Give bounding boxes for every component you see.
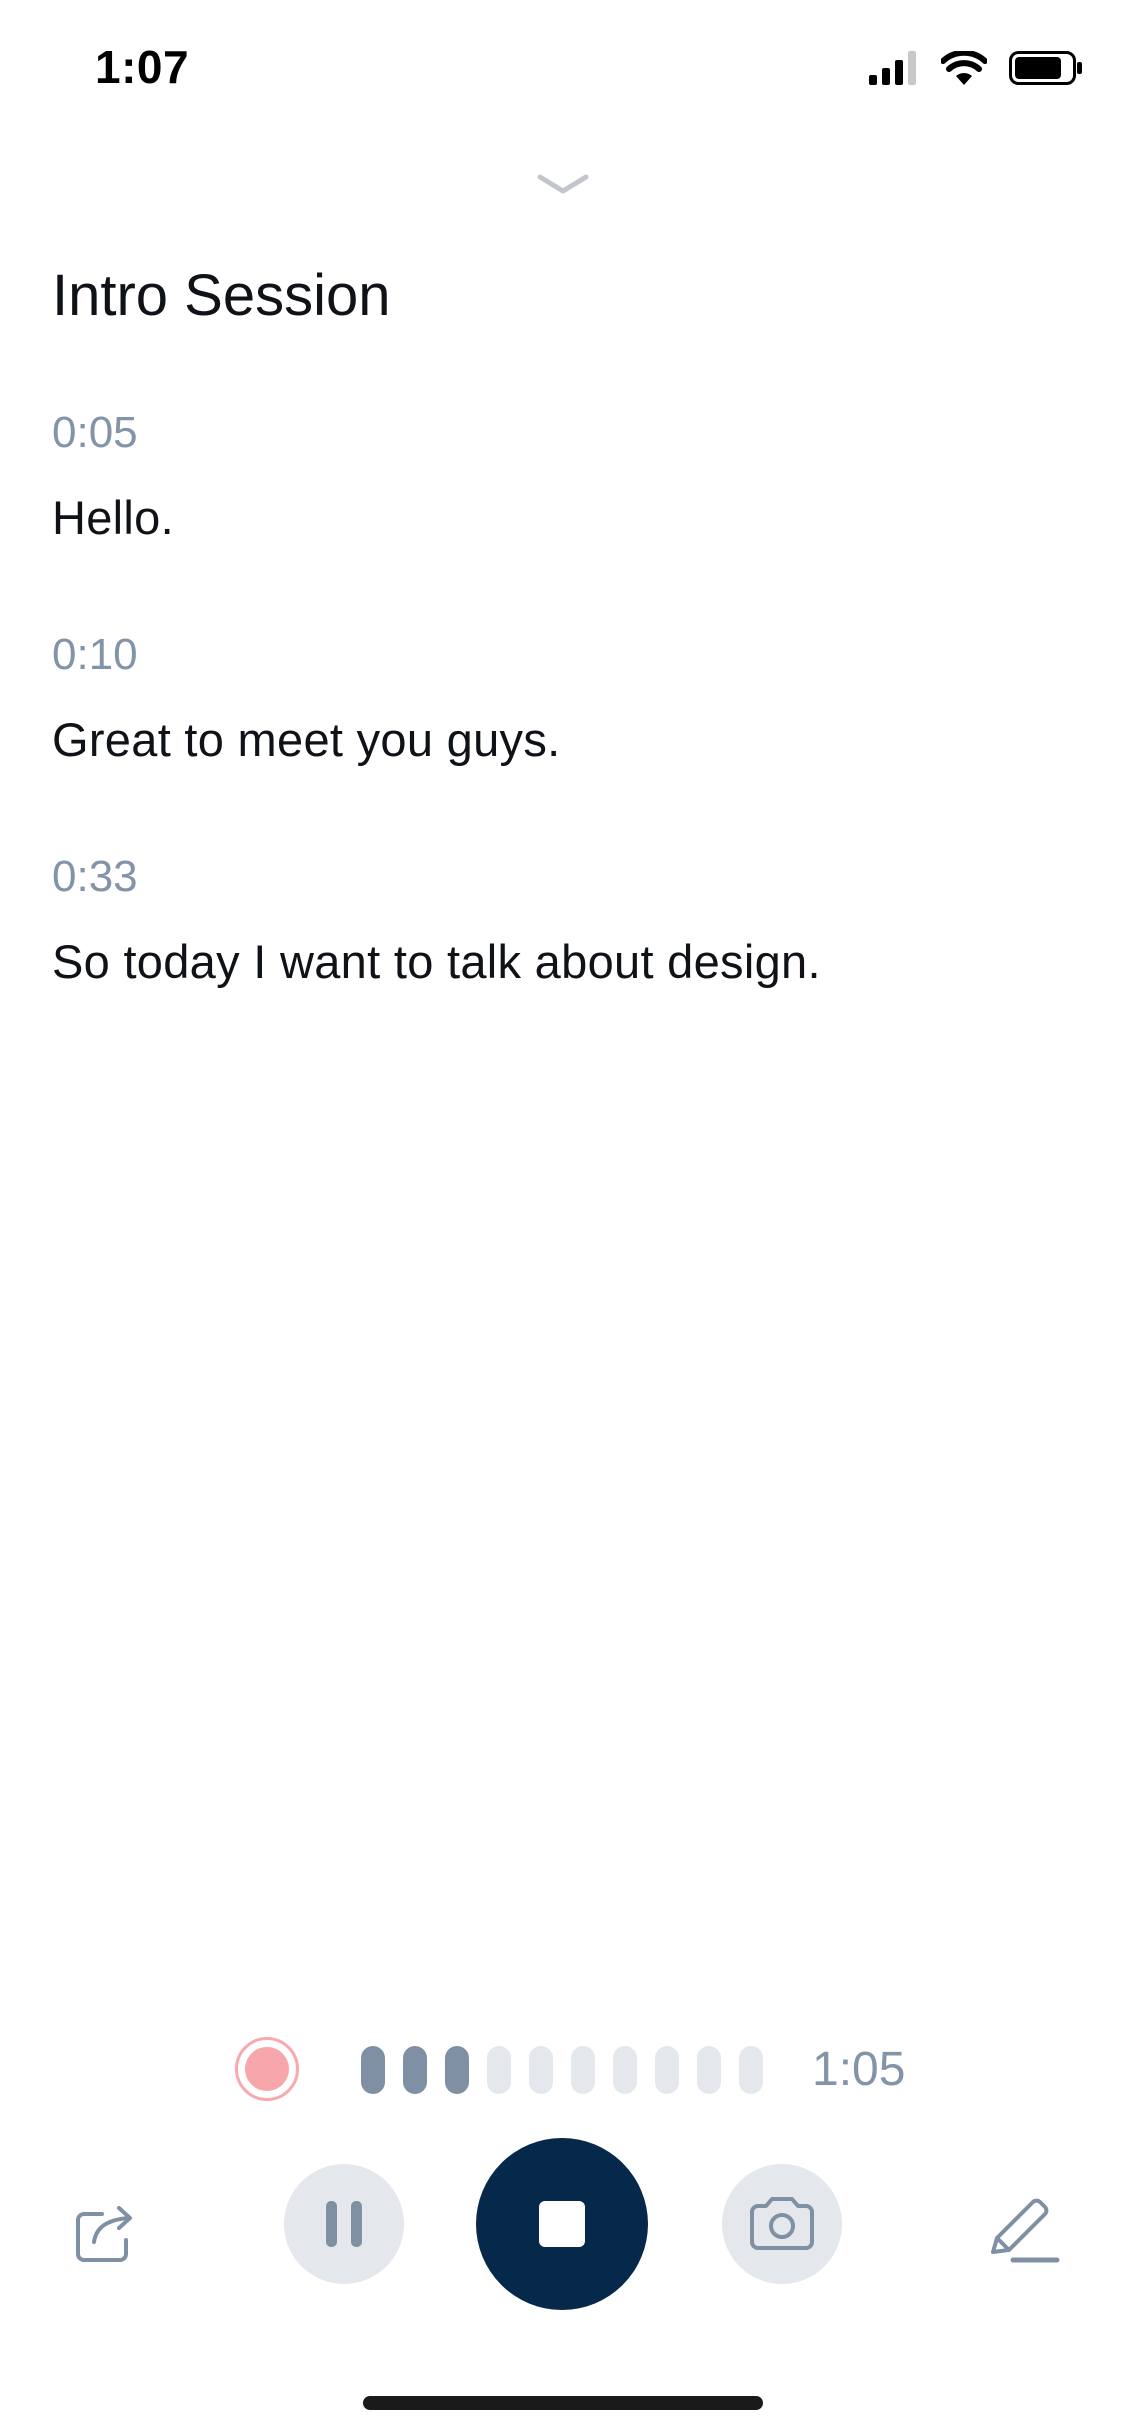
transcript-entry[interactable]: 0:05 Hello.	[52, 408, 1072, 630]
camera-icon	[750, 2197, 814, 2250]
recording-strip: 1:05	[0, 2036, 1125, 2102]
stop-button[interactable]	[476, 2138, 648, 2310]
entry-text: Great to meet you guys.	[52, 713, 561, 766]
home-indicator	[363, 2396, 763, 2410]
level-bar	[487, 2046, 511, 2094]
status-icons	[869, 48, 1083, 88]
recording-elapsed-time: 1:05	[812, 2043, 906, 2096]
camera-button[interactable]	[722, 2164, 842, 2284]
pause-icon	[326, 2201, 362, 2247]
battery-icon	[1009, 51, 1082, 85]
transcript-list: 0:05 Hello. 0:10 Great to meet you guys.…	[52, 408, 1072, 1074]
status-bar: 1:07	[0, 0, 1125, 132]
entry-text: So today I want to talk about design.	[52, 935, 821, 988]
page-title: Intro Session	[52, 263, 391, 328]
stop-icon	[539, 2201, 585, 2247]
level-bar	[655, 2046, 679, 2094]
entry-timestamp: 0:10	[52, 630, 138, 679]
pen-icon	[991, 2198, 1060, 2263]
level-bar	[739, 2046, 763, 2094]
level-bar	[361, 2046, 385, 2094]
wifi-icon	[941, 51, 987, 85]
level-bar	[403, 2046, 427, 2094]
transcript-entry[interactable]: 0:10 Great to meet you guys.	[52, 630, 1072, 852]
cellular-signal-icon	[869, 51, 916, 85]
level-bar	[697, 2046, 721, 2094]
recording-controls	[0, 2132, 1125, 2312]
entry-text: Hello.	[52, 491, 174, 544]
transcript-entry[interactable]: 0:33 So today I want to talk about desig…	[52, 852, 1072, 1074]
pause-button[interactable]	[284, 2164, 404, 2284]
level-bar	[613, 2046, 637, 2094]
level-bar	[571, 2046, 595, 2094]
entry-timestamp: 0:05	[52, 408, 138, 457]
chevron-down-icon[interactable]	[536, 172, 590, 196]
pen-button[interactable]	[978, 2186, 1068, 2276]
share-icon	[76, 2206, 132, 2262]
share-button[interactable]	[60, 2186, 150, 2276]
status-time: 1:07	[95, 41, 190, 93]
entry-timestamp: 0:33	[52, 852, 138, 901]
level-bar	[529, 2046, 553, 2094]
level-bar	[445, 2046, 469, 2094]
record-dot-icon	[235, 2037, 299, 2101]
